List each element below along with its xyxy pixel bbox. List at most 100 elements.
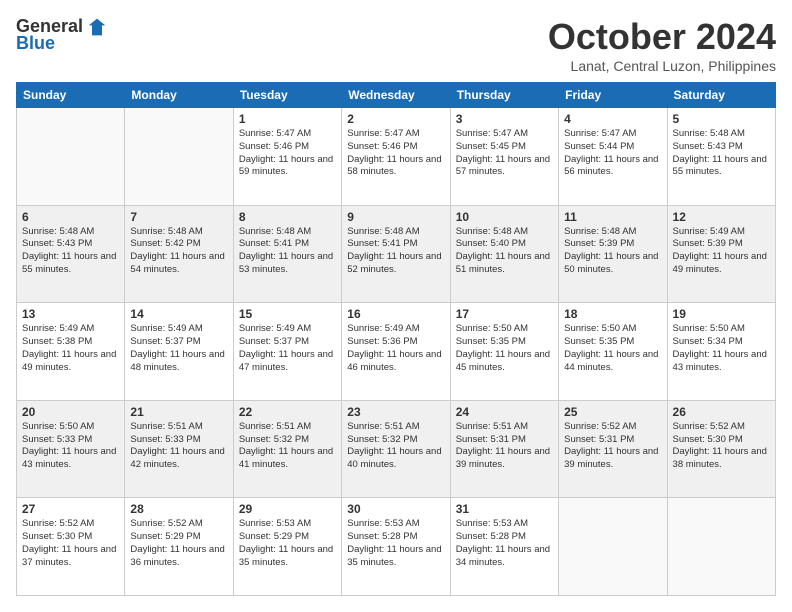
day-info: Sunrise: 5:53 AM Sunset: 5:28 PM Dayligh… — [347, 518, 444, 569]
day-info: Sunrise: 5:48 AM Sunset: 5:39 PM Dayligh… — [564, 226, 661, 277]
table-row: 5 Sunrise: 5:48 AM Sunset: 5:43 PM Daylig… — [667, 108, 775, 206]
day-info: Sunrise: 5:47 AM Sunset: 5:44 PM Dayligh… — [564, 128, 661, 179]
day-info: Sunrise: 5:49 AM Sunset: 5:39 PM Dayligh… — [673, 226, 770, 277]
day-number: 15 — [239, 307, 336, 321]
day-number: 7 — [130, 210, 227, 224]
day-number: 6 — [22, 210, 119, 224]
header-saturday: Saturday — [667, 83, 775, 108]
day-number: 22 — [239, 405, 336, 419]
header-thursday: Thursday — [450, 83, 558, 108]
day-info: Sunrise: 5:48 AM Sunset: 5:40 PM Dayligh… — [456, 226, 553, 277]
table-row: 17 Sunrise: 5:50 AM Sunset: 5:35 PM Dayli… — [450, 303, 558, 401]
day-info: Sunrise: 5:52 AM Sunset: 5:30 PM Dayligh… — [22, 518, 119, 569]
table-row: 28 Sunrise: 5:52 AM Sunset: 5:29 PM Dayli… — [125, 498, 233, 596]
day-info: Sunrise: 5:48 AM Sunset: 5:43 PM Dayligh… — [22, 226, 119, 277]
day-number: 19 — [673, 307, 770, 321]
table-row: 12Sunrise: 5:49 AM Sunset: 5:39 PM Dayli… — [667, 205, 775, 303]
calendar-week-row: 13Sunrise: 5:49 AM Sunset: 5:38 PM Dayli… — [17, 303, 776, 401]
day-number: 29 — [239, 502, 336, 516]
day-number: 1 — [239, 112, 336, 126]
header-sunday: Sunday — [17, 83, 125, 108]
page: General Blue October 2024 Lanat, Central… — [0, 0, 792, 612]
day-info: Sunrise: 5:48 AM Sunset: 5:42 PM Dayligh… — [130, 226, 227, 277]
table-row: 8 Sunrise: 5:48 AM Sunset: 5:41 PM Daylig… — [233, 205, 341, 303]
month-title: October 2024 — [548, 16, 776, 58]
header: General Blue October 2024 Lanat, Central… — [16, 16, 776, 74]
day-info: Sunrise: 5:50 AM Sunset: 5:35 PM Dayligh… — [456, 323, 553, 374]
day-info: Sunrise: 5:47 AM Sunset: 5:46 PM Dayligh… — [347, 128, 444, 179]
calendar-week-row: 1 Sunrise: 5:47 AM Sunset: 5:46 PM Daylig… — [17, 108, 776, 206]
day-info: Sunrise: 5:51 AM Sunset: 5:32 PM Dayligh… — [347, 421, 444, 472]
table-row — [559, 498, 667, 596]
day-info: Sunrise: 5:49 AM Sunset: 5:37 PM Dayligh… — [239, 323, 336, 374]
table-row: 19Sunrise: 5:50 AM Sunset: 5:34 PM Dayli… — [667, 303, 775, 401]
day-number: 14 — [130, 307, 227, 321]
header-tuesday: Tuesday — [233, 83, 341, 108]
header-wednesday: Wednesday — [342, 83, 450, 108]
day-number: 31 — [456, 502, 553, 516]
day-info: Sunrise: 5:51 AM Sunset: 5:33 PM Dayligh… — [130, 421, 227, 472]
calendar-week-row: 20 Sunrise: 5:50 AM Sunset: 5:33 PM Dayli… — [17, 400, 776, 498]
table-row: 26 Sunrise: 5:52 AM Sunset: 5:30 PM Dayli… — [667, 400, 775, 498]
table-row: 25Sunrise: 5:52 AM Sunset: 5:31 PM Dayli… — [559, 400, 667, 498]
day-info: Sunrise: 5:47 AM Sunset: 5:45 PM Dayligh… — [456, 128, 553, 179]
table-row: 7 Sunrise: 5:48 AM Sunset: 5:42 PM Daylig… — [125, 205, 233, 303]
day-info: Sunrise: 5:52 AM Sunset: 5:30 PM Dayligh… — [673, 421, 770, 472]
table-row: 11 Sunrise: 5:48 AM Sunset: 5:39 PM Dayli… — [559, 205, 667, 303]
table-row: 21Sunrise: 5:51 AM Sunset: 5:33 PM Dayli… — [125, 400, 233, 498]
day-number: 3 — [456, 112, 553, 126]
day-number: 8 — [239, 210, 336, 224]
day-number: 5 — [673, 112, 770, 126]
day-number: 17 — [456, 307, 553, 321]
logo-icon — [87, 17, 107, 37]
table-row: 24 Sunrise: 5:51 AM Sunset: 5:31 PM Dayli… — [450, 400, 558, 498]
table-row — [125, 108, 233, 206]
day-info: Sunrise: 5:48 AM Sunset: 5:41 PM Dayligh… — [347, 226, 444, 277]
table-row: 3 Sunrise: 5:47 AM Sunset: 5:45 PM Daylig… — [450, 108, 558, 206]
table-row: 22 Sunrise: 5:51 AM Sunset: 5:32 PM Dayli… — [233, 400, 341, 498]
table-row: 1 Sunrise: 5:47 AM Sunset: 5:46 PM Daylig… — [233, 108, 341, 206]
table-row: 2Sunrise: 5:47 AM Sunset: 5:46 PM Daylig… — [342, 108, 450, 206]
day-info: Sunrise: 5:50 AM Sunset: 5:33 PM Dayligh… — [22, 421, 119, 472]
day-number: 27 — [22, 502, 119, 516]
day-number: 20 — [22, 405, 119, 419]
day-info: Sunrise: 5:49 AM Sunset: 5:37 PM Dayligh… — [130, 323, 227, 374]
day-number: 24 — [456, 405, 553, 419]
table-row: 14 Sunrise: 5:49 AM Sunset: 5:37 PM Dayli… — [125, 303, 233, 401]
table-row: 20 Sunrise: 5:50 AM Sunset: 5:33 PM Dayli… — [17, 400, 125, 498]
table-row: 16Sunrise: 5:49 AM Sunset: 5:36 PM Dayli… — [342, 303, 450, 401]
table-row: 23 Sunrise: 5:51 AM Sunset: 5:32 PM Dayli… — [342, 400, 450, 498]
calendar-week-row: 27 Sunrise: 5:52 AM Sunset: 5:30 PM Dayli… — [17, 498, 776, 596]
day-info: Sunrise: 5:49 AM Sunset: 5:36 PM Dayligh… — [347, 323, 444, 374]
logo: General Blue — [16, 16, 107, 54]
day-info: Sunrise: 5:53 AM Sunset: 5:29 PM Dayligh… — [239, 518, 336, 569]
day-number: 30 — [347, 502, 444, 516]
day-number: 4 — [564, 112, 661, 126]
location: Lanat, Central Luzon, Philippines — [548, 58, 776, 74]
table-row: 9 Sunrise: 5:48 AM Sunset: 5:41 PM Daylig… — [342, 205, 450, 303]
day-info: Sunrise: 5:48 AM Sunset: 5:43 PM Dayligh… — [673, 128, 770, 179]
day-info: Sunrise: 5:51 AM Sunset: 5:32 PM Dayligh… — [239, 421, 336, 472]
day-number: 18 — [564, 307, 661, 321]
day-info: Sunrise: 5:47 AM Sunset: 5:46 PM Dayligh… — [239, 128, 336, 179]
header-friday: Friday — [559, 83, 667, 108]
day-info: Sunrise: 5:48 AM Sunset: 5:41 PM Dayligh… — [239, 226, 336, 277]
day-number: 23 — [347, 405, 444, 419]
table-row: 4 Sunrise: 5:47 AM Sunset: 5:44 PM Daylig… — [559, 108, 667, 206]
day-info: Sunrise: 5:50 AM Sunset: 5:35 PM Dayligh… — [564, 323, 661, 374]
title-section: October 2024 Lanat, Central Luzon, Phili… — [548, 16, 776, 74]
table-row: 27 Sunrise: 5:52 AM Sunset: 5:30 PM Dayli… — [17, 498, 125, 596]
table-row: 30 Sunrise: 5:53 AM Sunset: 5:28 PM Dayli… — [342, 498, 450, 596]
day-info: Sunrise: 5:52 AM Sunset: 5:29 PM Dayligh… — [130, 518, 227, 569]
day-number: 28 — [130, 502, 227, 516]
day-info: Sunrise: 5:53 AM Sunset: 5:28 PM Dayligh… — [456, 518, 553, 569]
day-info: Sunrise: 5:51 AM Sunset: 5:31 PM Dayligh… — [456, 421, 553, 472]
day-number: 11 — [564, 210, 661, 224]
day-number: 26 — [673, 405, 770, 419]
table-row — [667, 498, 775, 596]
calendar-week-row: 6 Sunrise: 5:48 AM Sunset: 5:43 PM Daylig… — [17, 205, 776, 303]
day-number: 13 — [22, 307, 119, 321]
table-row: 10Sunrise: 5:48 AM Sunset: 5:40 PM Dayli… — [450, 205, 558, 303]
logo-blue: Blue — [16, 33, 55, 54]
day-number: 9 — [347, 210, 444, 224]
